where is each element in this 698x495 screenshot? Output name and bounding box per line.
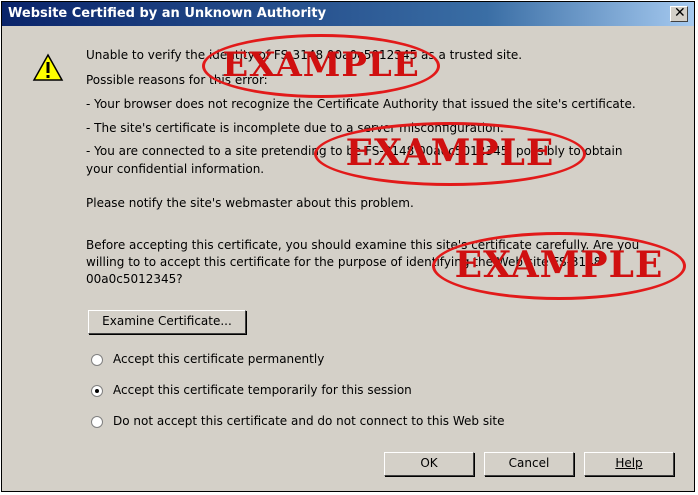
certificate-dialog: Website Certified by an Unknown Authorit…	[1, 1, 695, 492]
reason-item: - Your browser does not recognize the Ce…	[86, 97, 636, 111]
radio-do-not-accept[interactable]	[91, 416, 103, 428]
example-watermark-stamp: EXAMPLE	[202, 34, 440, 98]
examine-certificate-button[interactable]: Examine Certificate...	[88, 310, 246, 334]
ok-button[interactable]: OK	[384, 452, 474, 476]
close-icon: ✕	[674, 5, 686, 21]
reason-item-continued: your confidential information.	[86, 162, 265, 176]
dialog-title: Website Certified by an Unknown Authorit…	[8, 6, 327, 21]
help-button[interactable]: Help	[584, 452, 674, 476]
before-text: 00a0c5012345?	[86, 272, 183, 286]
example-watermark-stamp: EXAMPLE	[314, 122, 586, 186]
close-button[interactable]: ✕	[670, 5, 688, 22]
option-label[interactable]: Accept this certificate temporarily for …	[113, 383, 412, 397]
option-label[interactable]: Accept this certificate permanently	[113, 352, 324, 366]
cancel-button[interactable]: Cancel	[484, 452, 574, 476]
warning-triangle-icon	[32, 53, 64, 87]
radio-selected-dot	[95, 389, 99, 393]
option-label[interactable]: Do not accept this certificate and do no…	[113, 414, 505, 428]
radio-accept-permanently[interactable]	[91, 354, 103, 366]
radio-accept-temporarily[interactable]	[91, 385, 103, 397]
title-bar[interactable]: Website Certified by an Unknown Authorit…	[2, 2, 694, 26]
example-watermark-stamp: EXAMPLE	[432, 232, 686, 300]
notify-text: Please notify the site's webmaster about…	[86, 196, 414, 210]
